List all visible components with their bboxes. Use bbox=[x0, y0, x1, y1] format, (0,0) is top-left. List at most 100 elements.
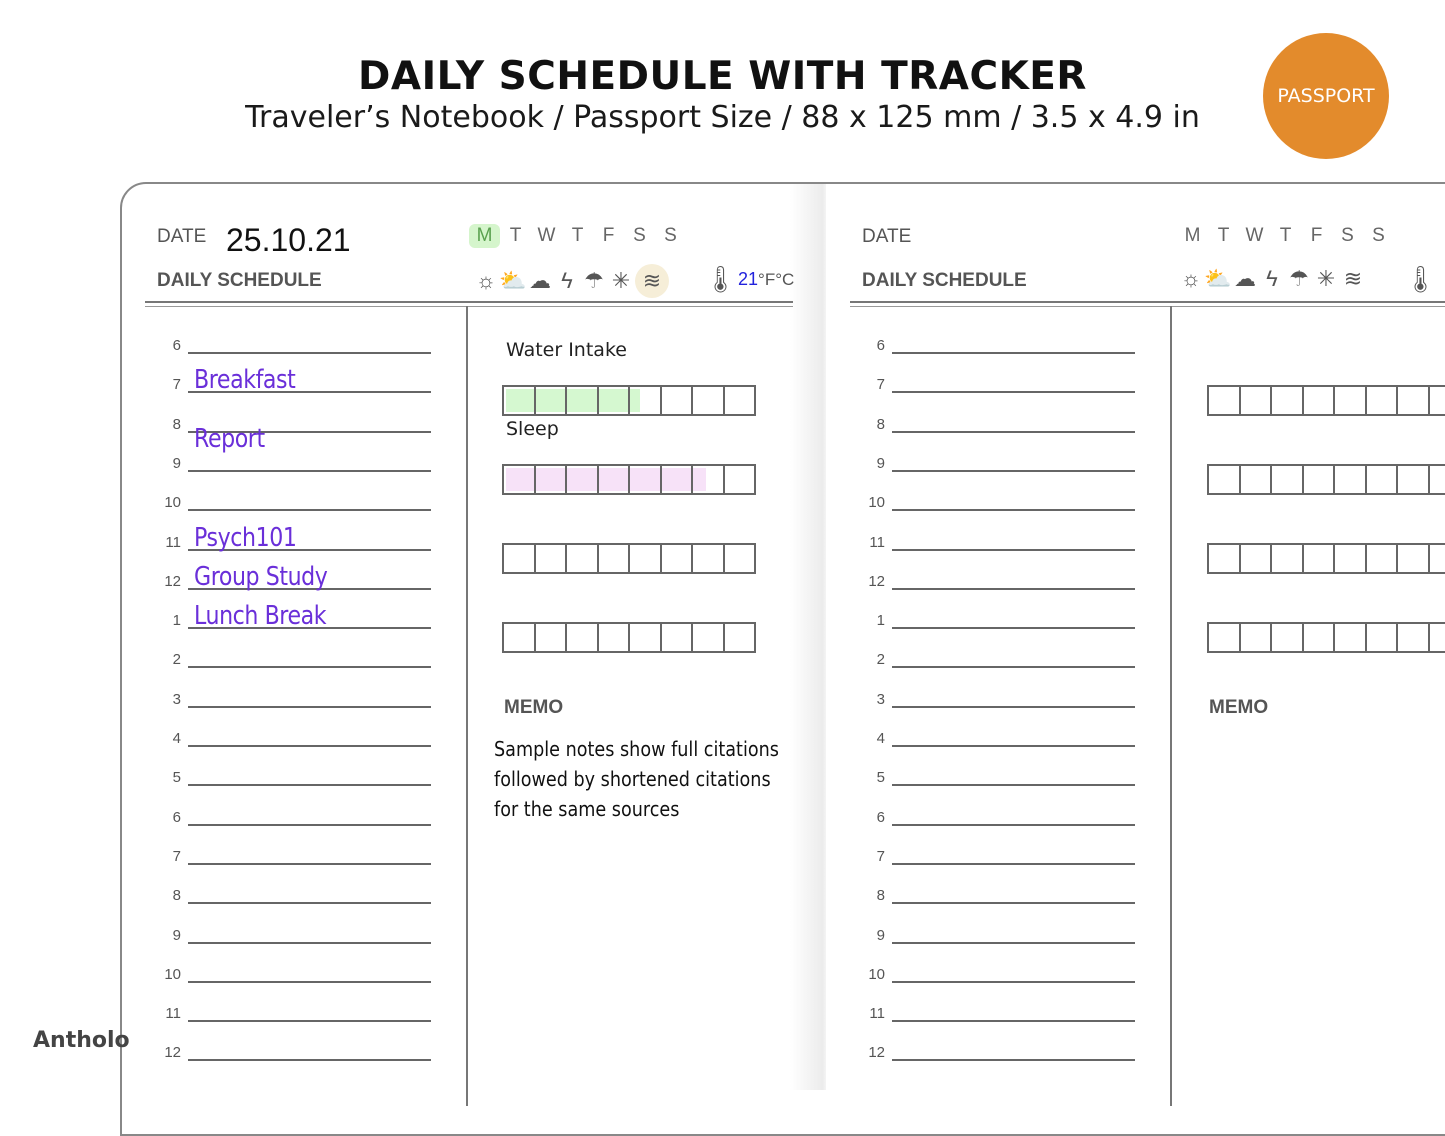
wind-icon[interactable]: ≋ bbox=[1340, 264, 1366, 294]
tracker-box[interactable] bbox=[725, 545, 755, 572]
hour-entry-line[interactable] bbox=[892, 352, 1135, 354]
tracker-box[interactable] bbox=[1335, 624, 1367, 651]
partly-cloudy-icon[interactable]: ⛅ bbox=[1205, 264, 1231, 294]
weekday-5[interactable]: S bbox=[1332, 224, 1363, 248]
hour-entry-line[interactable] bbox=[188, 981, 431, 983]
tracker-box[interactable] bbox=[1241, 545, 1273, 572]
tracker-box[interactable] bbox=[504, 466, 536, 493]
hour-entry-line[interactable] bbox=[892, 470, 1135, 472]
hour-entry-line[interactable] bbox=[188, 1020, 431, 1022]
hour-entry-line[interactable] bbox=[188, 352, 431, 354]
weekday-0[interactable]: M bbox=[1177, 224, 1208, 248]
tracker-box[interactable] bbox=[1367, 387, 1399, 414]
hour-entry-line[interactable] bbox=[188, 942, 431, 944]
tracker-box[interactable] bbox=[1430, 387, 1445, 414]
tracker-box[interactable] bbox=[1272, 466, 1304, 493]
tracker-box[interactable] bbox=[536, 624, 568, 651]
tracker-box[interactable] bbox=[630, 545, 662, 572]
tracker-box[interactable] bbox=[1241, 387, 1273, 414]
tracker-box[interactable] bbox=[630, 466, 662, 493]
weekday-4[interactable]: F bbox=[593, 224, 624, 248]
tracker-box[interactable] bbox=[567, 624, 599, 651]
tracker-box[interactable] bbox=[567, 387, 599, 414]
hour-entry-line[interactable] bbox=[188, 824, 431, 826]
tracker-box[interactable] bbox=[1304, 466, 1336, 493]
snow-icon[interactable]: ✳ bbox=[1313, 264, 1339, 294]
tracker-box[interactable] bbox=[1398, 466, 1430, 493]
weekday-1[interactable]: T bbox=[1208, 224, 1239, 248]
hour-entry-line[interactable] bbox=[892, 549, 1135, 551]
tracker-box[interactable] bbox=[1241, 624, 1273, 651]
rain-icon[interactable]: ☂ bbox=[1286, 264, 1312, 294]
hour-entry-line[interactable] bbox=[892, 1059, 1135, 1061]
hour-entry-line[interactable] bbox=[892, 1020, 1135, 1022]
weekday-3[interactable]: T bbox=[1270, 224, 1301, 248]
hour-entry-line[interactable] bbox=[892, 942, 1135, 944]
weekday-5[interactable]: S bbox=[624, 224, 655, 248]
tracker-box[interactable] bbox=[1272, 624, 1304, 651]
hour-entry-line[interactable] bbox=[892, 431, 1135, 433]
tracker-box[interactable] bbox=[599, 624, 631, 651]
tracker-box[interactable] bbox=[1430, 545, 1445, 572]
tracker-box[interactable] bbox=[1241, 466, 1273, 493]
tracker-box[interactable] bbox=[1430, 466, 1445, 493]
cloudy-icon[interactable]: ☁ bbox=[527, 266, 553, 296]
hour-entry-line[interactable] bbox=[892, 627, 1135, 629]
schedule-entry[interactable]: Breakfast bbox=[145, 373, 435, 393]
tracker-box[interactable] bbox=[662, 466, 694, 493]
sunny-icon[interactable]: ☼ bbox=[473, 266, 499, 296]
tracker-box[interactable] bbox=[1367, 466, 1399, 493]
schedule-entry[interactable]: Report bbox=[145, 432, 435, 452]
tracker-box[interactable] bbox=[1304, 387, 1336, 414]
tracker-box[interactable] bbox=[725, 624, 755, 651]
tracker-box[interactable] bbox=[1367, 624, 1399, 651]
tracker-box[interactable] bbox=[1209, 545, 1241, 572]
hour-entry-line[interactable] bbox=[188, 509, 431, 511]
tracker-box[interactable] bbox=[1398, 624, 1430, 651]
hour-entry-line[interactable] bbox=[188, 706, 431, 708]
tracker-box[interactable] bbox=[1209, 624, 1241, 651]
tracker-box[interactable] bbox=[630, 624, 662, 651]
tracker-box[interactable] bbox=[693, 387, 725, 414]
tracker-box[interactable] bbox=[504, 545, 536, 572]
tracker-box[interactable] bbox=[662, 387, 694, 414]
tracker-box[interactable] bbox=[662, 545, 694, 572]
tracker-box[interactable] bbox=[1335, 466, 1367, 493]
thunder-icon[interactable]: ϟ bbox=[554, 266, 580, 296]
hour-entry-line[interactable] bbox=[188, 745, 431, 747]
hour-entry-line[interactable] bbox=[892, 391, 1135, 393]
weekday-2[interactable]: W bbox=[1239, 224, 1270, 248]
tracker-box[interactable] bbox=[1209, 466, 1241, 493]
rain-icon[interactable]: ☂ bbox=[581, 266, 607, 296]
sunny-icon[interactable]: ☼ bbox=[1178, 264, 1204, 294]
cloudy-icon[interactable]: ☁ bbox=[1232, 264, 1258, 294]
tracker-box[interactable] bbox=[504, 387, 536, 414]
hour-entry-line[interactable] bbox=[188, 1059, 431, 1061]
schedule-entry[interactable]: Lunch Break bbox=[145, 609, 435, 629]
tracker-box[interactable] bbox=[630, 387, 662, 414]
hour-entry-line[interactable] bbox=[892, 706, 1135, 708]
thunder-icon[interactable]: ϟ bbox=[1259, 264, 1285, 294]
hour-entry-line[interactable] bbox=[892, 666, 1135, 668]
temperature-value[interactable]: 21 bbox=[738, 269, 758, 290]
tracker-box[interactable] bbox=[536, 466, 568, 493]
tracker-box[interactable] bbox=[1398, 545, 1430, 572]
tracker-box[interactable] bbox=[1272, 387, 1304, 414]
tracker-box[interactable] bbox=[599, 466, 631, 493]
tracker-box[interactable] bbox=[536, 387, 568, 414]
hour-entry-line[interactable] bbox=[188, 470, 431, 472]
hour-entry-line[interactable] bbox=[892, 509, 1135, 511]
schedule-entry[interactable]: Group Study bbox=[145, 570, 435, 590]
hour-entry-line[interactable] bbox=[892, 745, 1135, 747]
weekday-2[interactable]: W bbox=[531, 224, 562, 248]
hour-entry-line[interactable] bbox=[188, 863, 431, 865]
schedule-entry[interactable]: Psych101 bbox=[145, 531, 435, 551]
memo-text[interactable]: Sample notes show full citationsfollowed… bbox=[494, 734, 779, 824]
tracker-box[interactable] bbox=[536, 545, 568, 572]
tracker-box[interactable] bbox=[693, 624, 725, 651]
tracker-box[interactable] bbox=[1367, 545, 1399, 572]
weekday-6[interactable]: S bbox=[1363, 224, 1394, 248]
tracker-box[interactable] bbox=[693, 545, 725, 572]
tracker-box[interactable] bbox=[1304, 545, 1336, 572]
hour-entry-line[interactable] bbox=[188, 666, 431, 668]
